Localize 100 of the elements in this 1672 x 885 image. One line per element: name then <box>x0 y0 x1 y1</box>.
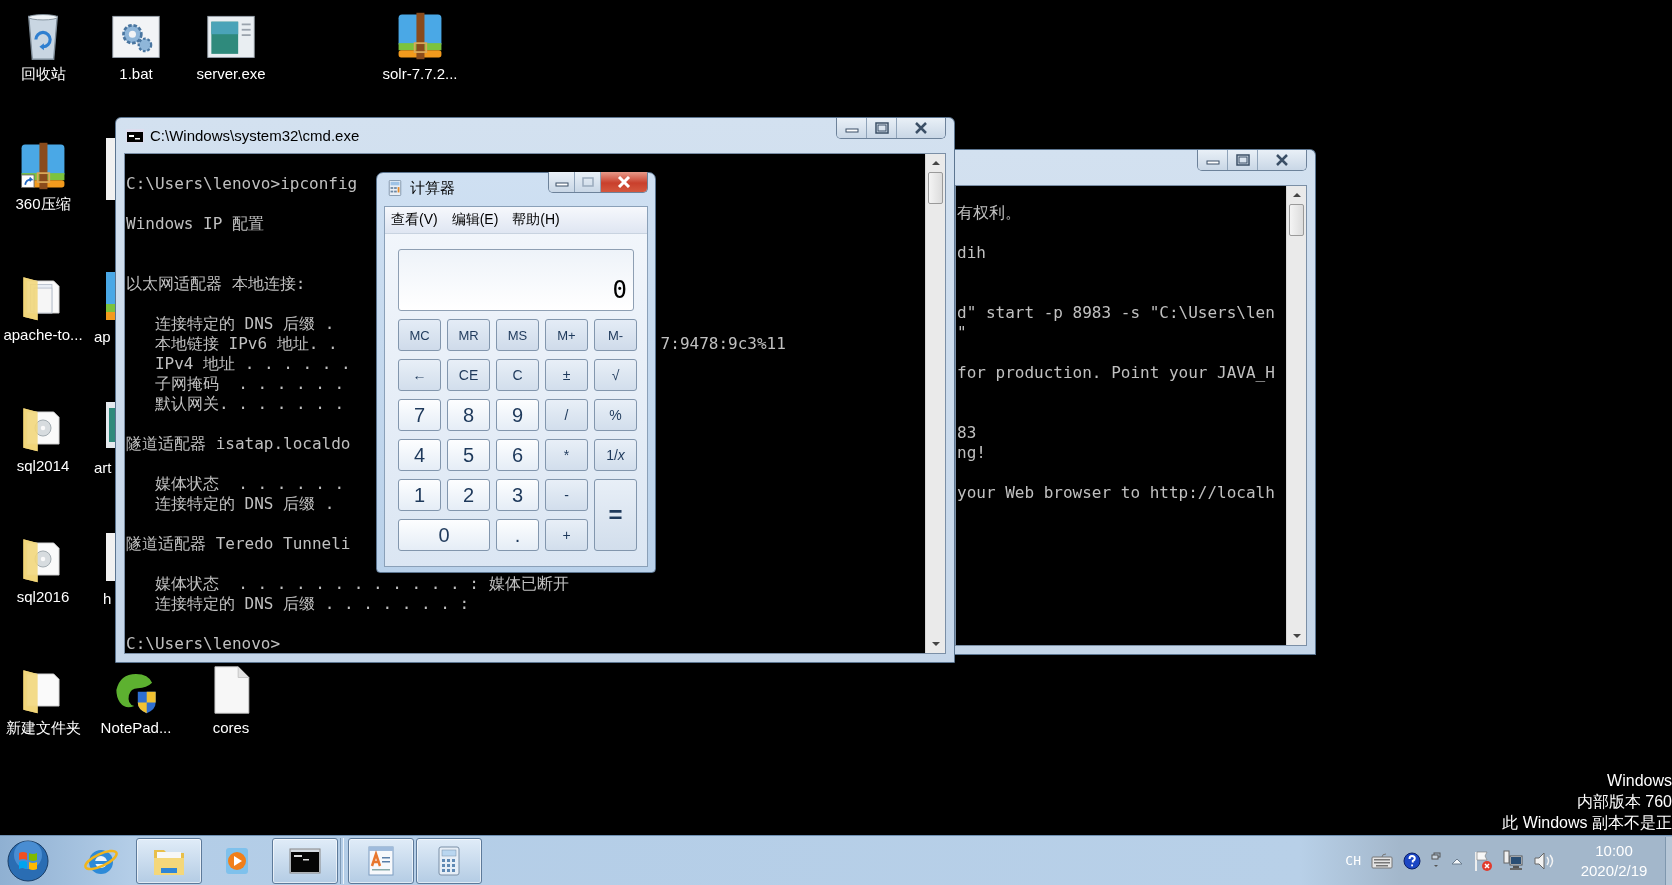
scroll-thumb[interactable] <box>1289 204 1304 236</box>
maximize-button[interactable] <box>575 172 601 192</box>
console-line: 以太网适配器 本地连接: <box>126 274 306 293</box>
calculator-key[interactable]: 9 <box>496 399 539 431</box>
console-line: 本地链接 IPv6 地址. . <box>153 334 338 353</box>
icon-label[interactable]: sql2014 <box>16 457 70 475</box>
clock-time: 10:00 <box>1595 840 1633 861</box>
icon-label[interactable]: 回收站 <box>20 65 66 83</box>
icon-label[interactable]: art <box>94 459 112 477</box>
scroll-thumb[interactable] <box>928 172 943 204</box>
flag-error-icon[interactable] <box>1473 849 1493 872</box>
help-icon[interactable] <box>1403 851 1421 870</box>
calculator-key[interactable]: CE <box>447 359 490 391</box>
calculator-key[interactable]: 4 <box>398 439 441 471</box>
display-value: 0 <box>612 276 627 304</box>
calculator-key[interactable]: - <box>545 479 588 511</box>
icon-label[interactable]: 360压缩 <box>15 195 71 213</box>
logo-icon <box>7 839 49 882</box>
icon-label[interactable]: ap <box>94 328 111 346</box>
console-line: 连接特定的 DNS 后缀 . <box>153 494 335 513</box>
scroll-down-icon[interactable] <box>1291 633 1302 639</box>
window-switch-icon[interactable] <box>1431 851 1441 870</box>
console-line: for production. Point your JAVA_H <box>957 363 1275 382</box>
calculator-key[interactable]: 0 <box>398 519 490 551</box>
calculator-icon <box>386 180 404 196</box>
calculator-key[interactable]: = <box>594 479 637 551</box>
icon-label[interactable]: NotePad... <box>100 719 172 737</box>
calculator-key[interactable]: MR <box>447 319 490 351</box>
calculator-key[interactable]: 6 <box>496 439 539 471</box>
console-line: 连接特定的 DNS 后缀 . . . . . . . : <box>153 594 470 613</box>
console-line: " <box>957 323 967 342</box>
calculator-key[interactable]: . <box>496 519 539 551</box>
scrollbar[interactable] <box>925 154 945 653</box>
network-icon[interactable] <box>1503 849 1523 872</box>
console-line: 7:9478:9c3%11 <box>660 334 786 354</box>
minimize-button[interactable] <box>837 118 867 138</box>
menu-item[interactable]: 查看(V) <box>391 211 438 229</box>
window-title: 计算器 <box>410 178 455 198</box>
icon-label[interactable]: 1.bat <box>119 65 153 83</box>
close-button[interactable] <box>601 172 647 192</box>
calculator-key[interactable]: * <box>545 439 588 471</box>
calculator-key[interactable]: 8 <box>447 399 490 431</box>
calculator-key[interactable]: M+ <box>545 319 588 351</box>
scroll-up-icon[interactable] <box>1291 192 1302 198</box>
terminal-icon <box>126 127 144 144</box>
calculator-key[interactable]: C <box>496 359 539 391</box>
icon-label[interactable]: apache-to... <box>3 326 83 344</box>
console-line: 媒体状态 . . . . . . <box>153 474 345 493</box>
console-line: 默认网关. . . . . . . <box>153 394 345 413</box>
maximize-button[interactable] <box>867 118 897 138</box>
minimize-button[interactable] <box>1198 150 1228 170</box>
calculator-key[interactable]: 5 <box>447 439 490 471</box>
console-line: C:\Users\lenovo> <box>126 634 281 653</box>
scrollbar[interactable] <box>1286 186 1306 645</box>
scroll-down-icon[interactable] <box>930 641 941 647</box>
calculator-key[interactable]: 2 <box>447 479 490 511</box>
clock-date: 2020/2/19 <box>1580 860 1648 881</box>
maximize-icon <box>1235 154 1250 166</box>
taskbar-button[interactable] <box>272 837 338 884</box>
keyboard-icon[interactable] <box>1371 852 1393 869</box>
calculator-key[interactable]: 7 <box>398 399 441 431</box>
close-button[interactable] <box>1258 150 1306 170</box>
icon-label[interactable]: 新建文件夹 <box>5 719 81 737</box>
icon-label[interactable]: h <box>103 590 112 608</box>
calculator-key[interactable]: ± <box>545 359 588 391</box>
calculator-key[interactable]: 1 <box>398 479 441 511</box>
icon-label[interactable]: cores <box>212 719 250 737</box>
icon-label[interactable]: solr-7.7.2... <box>382 65 458 83</box>
close-button[interactable] <box>897 118 945 138</box>
calculator-key[interactable]: + <box>545 519 588 551</box>
calculator-key[interactable]: 1/x <box>594 439 637 471</box>
calculator-key[interactable]: MC <box>398 319 441 351</box>
calculator-key[interactable]: / <box>545 399 588 431</box>
maximize-icon <box>874 122 889 134</box>
icon-label[interactable]: server.exe <box>196 65 266 83</box>
minimize-button[interactable] <box>549 172 575 192</box>
notice-text: Windows <box>1607 771 1672 791</box>
calculator-key[interactable]: ← <box>398 359 441 391</box>
notice-text: 此 Windows 副本不是正 <box>1502 813 1672 833</box>
calculator-key[interactable]: % <box>594 399 637 431</box>
calculator-key[interactable]: √ <box>594 359 637 391</box>
menu-item[interactable]: 帮助(H) <box>512 211 560 229</box>
console-line: IPv4 地址 . . . . . . <box>153 354 351 373</box>
console-line: 隧道适配器 Teredo Tunneli <box>126 534 351 553</box>
console-line: 媒体状态 . . . . . . . . . . . . : 媒体已断开 <box>153 574 569 593</box>
close-icon <box>914 122 928 134</box>
show-hidden-icons-icon[interactable] <box>1451 856 1463 865</box>
menu-item[interactable]: 编辑(E) <box>451 211 499 229</box>
console-line: 83 <box>957 423 977 442</box>
console-line: your Web browser to http://localh <box>957 483 1275 502</box>
console-line: C:\Users\lenovo>ipconfig <box>126 174 358 193</box>
calculator-key[interactable]: M- <box>594 319 637 351</box>
notice-text: 内部版本 760 <box>1576 792 1672 812</box>
maximize-button[interactable] <box>1228 150 1258 170</box>
console-line: 连接特定的 DNS 后缀 . <box>153 314 335 333</box>
icon-label[interactable]: sql2016 <box>16 588 70 606</box>
console-line: ng! <box>957 443 986 462</box>
scroll-up-icon[interactable] <box>930 160 941 166</box>
calculator-key[interactable]: 3 <box>496 479 539 511</box>
calculator-key[interactable]: MS <box>496 319 539 351</box>
